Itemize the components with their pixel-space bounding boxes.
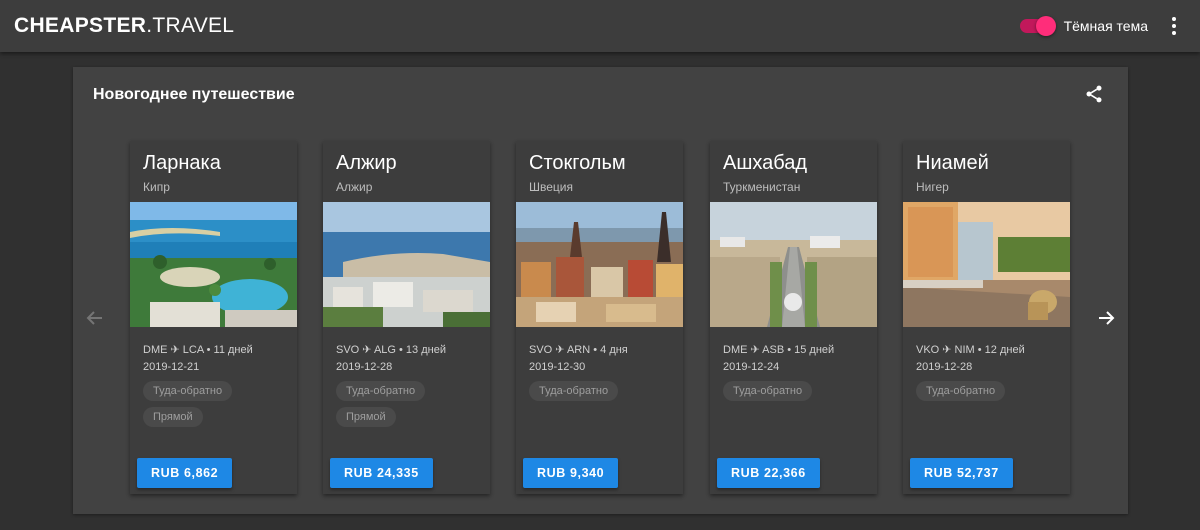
tag-chip: Прямой xyxy=(143,407,203,427)
card-date: 2019-12-28 xyxy=(336,361,393,373)
brand-name: CHEAPSTER xyxy=(14,14,147,37)
destination-card[interactable]: Алжир Алжир SVO ✈ ALG • 13 дней 2019-12-… xyxy=(323,141,490,494)
panel-title: Новогоднее путешествие xyxy=(93,86,295,103)
card-city: Ларнака xyxy=(143,152,221,174)
destination-card[interactable]: Ларнака Кипр DME ✈ LCA • 11 дней 2019-12… xyxy=(130,141,297,494)
tag-chip: Прямой xyxy=(336,407,396,427)
card-country: Кипр xyxy=(143,180,170,194)
brand-domain: .TRAVEL xyxy=(146,14,235,37)
destination-photo xyxy=(903,202,1070,327)
toggle-knob xyxy=(1035,16,1056,36)
tag-chip: Туда-обратно xyxy=(916,381,1006,401)
destination-photo xyxy=(710,202,877,327)
price-button[interactable]: RUB 6,862 xyxy=(137,458,233,488)
price-button[interactable]: RUB 9,340 xyxy=(523,458,619,488)
card-route: SVO ✈ ALG • 13 дней xyxy=(336,344,446,356)
tag-chip: Туда-обратно xyxy=(723,381,813,401)
card-date: 2019-12-30 xyxy=(529,361,586,373)
card-route: SVO ✈ ARN • 4 дня xyxy=(529,344,628,356)
card-date: 2019-12-28 xyxy=(916,361,973,373)
card-country: Нигер xyxy=(916,180,949,194)
card-date: 2019-12-21 xyxy=(143,361,200,373)
destination-card[interactable]: Ниамей Нигер VKO ✈ NIM • 12 дней 2019-12… xyxy=(903,141,1070,494)
destination-photo xyxy=(323,202,490,327)
card-country: Швеция xyxy=(529,180,573,194)
card-route: DME ✈ LCA • 11 дней xyxy=(143,344,253,356)
tag-chip: Туда-обратно xyxy=(529,381,619,401)
card-country: Туркменистан xyxy=(723,180,801,194)
card-route: VKO ✈ NIM • 12 дней xyxy=(916,344,1025,356)
card-city: Алжир xyxy=(336,152,397,174)
card-city: Ниамей xyxy=(916,152,989,174)
price-button[interactable]: RUB 52,737 xyxy=(910,458,1013,488)
destination-photo xyxy=(516,202,683,327)
arrow-right-icon[interactable] xyxy=(1094,306,1118,330)
card-city: Ашхабад xyxy=(723,152,808,174)
more-vert-icon[interactable] xyxy=(1162,14,1186,38)
destination-card[interactable]: Ашхабад Туркменистан DME ✈ ASB • 15 дней… xyxy=(710,141,877,494)
app-bar-actions: Тёмная тема xyxy=(1019,14,1186,38)
trip-panel: Новогоднее путешествие Ларнака Кипр DME … xyxy=(73,67,1128,514)
price-button[interactable]: RUB 24,335 xyxy=(330,458,433,488)
tag-chip: Туда-обратно xyxy=(336,381,426,401)
app-bar: CHEAPSTER.TRAVEL Тёмная тема xyxy=(0,0,1200,52)
card-city: Стокгольм xyxy=(529,152,626,174)
destination-photo xyxy=(130,202,297,327)
dark-theme-label: Тёмная тема xyxy=(1063,18,1148,34)
card-country: Алжир xyxy=(336,180,373,194)
price-button[interactable]: RUB 22,366 xyxy=(717,458,820,488)
destination-card[interactable]: Стокгольм Швеция SVO ✈ ARN • 4 дня 2019-… xyxy=(516,141,683,494)
tag-chip: Туда-обратно xyxy=(143,381,233,401)
card-date: 2019-12-24 xyxy=(723,361,780,373)
dark-theme-toggle[interactable] xyxy=(1019,16,1056,36)
chevron-left-icon[interactable] xyxy=(83,306,107,330)
card-route: DME ✈ ASB • 15 дней xyxy=(723,344,835,356)
brand-logo[interactable]: CHEAPSTER.TRAVEL xyxy=(14,14,234,38)
share-icon[interactable] xyxy=(1084,84,1104,104)
